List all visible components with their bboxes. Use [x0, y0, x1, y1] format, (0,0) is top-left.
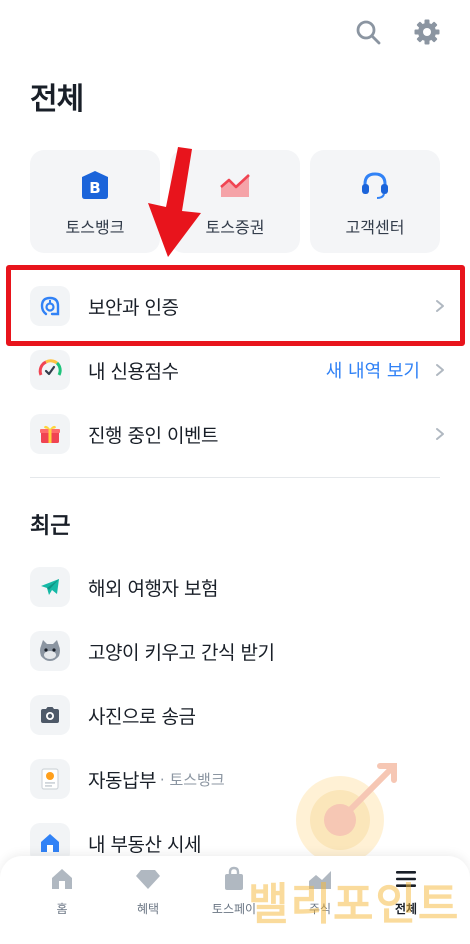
gear-icon[interactable]: [409, 14, 445, 50]
toss-bank-icon: B: [78, 168, 112, 202]
nav-label: 혜택: [136, 902, 160, 916]
highlight-box: [6, 265, 465, 346]
svg-text:B: B: [89, 179, 100, 197]
headset-icon: [358, 168, 392, 202]
airplane-icon: [30, 567, 70, 607]
nav-benefits[interactable]: 혜택: [108, 864, 188, 934]
bill-icon: [30, 759, 70, 799]
divider: [30, 477, 440, 478]
quick-link-customer-center[interactable]: 고객센터: [310, 150, 440, 253]
watermark-text: 밸리포인트: [248, 879, 461, 930]
nav-label: 홈: [56, 902, 68, 916]
chevron-right-icon: [434, 427, 446, 441]
recent-item-label: 자동납부: [88, 769, 156, 792]
recent-item-label: 고양이 키우고 간식 받기: [88, 641, 275, 664]
recent-item-sublabel: · 토스뱅크: [159, 770, 225, 789]
menu-item-events[interactable]: 진행 중인 이벤트: [30, 409, 446, 459]
home-icon: [47, 864, 77, 894]
credit-gauge-icon: [30, 350, 70, 390]
menu-item-credit-score[interactable]: 내 신용점수 새 내역 보기: [30, 345, 446, 395]
cat-icon: [30, 631, 70, 671]
view-new-history-link[interactable]: 새 내역 보기: [326, 357, 420, 383]
red-arrow-annotation: [148, 147, 201, 257]
page-title: 전체: [30, 82, 84, 117]
menu-item-label: 진행 중인 이벤트: [88, 424, 218, 447]
chevron-right-icon: [434, 363, 446, 377]
quick-link-label: 고객센터: [345, 218, 405, 237]
shopping-bag-icon: [219, 864, 249, 894]
search-icon[interactable]: [350, 14, 386, 50]
toss-securities-icon: [218, 168, 252, 202]
nav-home[interactable]: 홈: [22, 864, 102, 934]
recent-item[interactable]: 사진으로 송금: [30, 690, 446, 740]
watermark-target-logo: [296, 763, 397, 864]
recent-item-label: 사진으로 송금: [88, 705, 196, 728]
recent-item[interactable]: 고양이 키우고 간식 받기: [30, 626, 446, 676]
top-bar: [0, 0, 470, 64]
recent-section-title: 최근: [30, 514, 71, 539]
menu-item-label: 내 신용점수: [88, 360, 179, 383]
recent-item-label: 내 부동산 시세: [88, 833, 201, 856]
camera-icon: [30, 695, 70, 735]
recent-item[interactable]: 해외 여행자 보험: [30, 562, 446, 612]
diamond-icon: [133, 864, 163, 894]
recent-item-label: 해외 여행자 보험: [88, 577, 218, 600]
gift-icon: [30, 414, 70, 454]
